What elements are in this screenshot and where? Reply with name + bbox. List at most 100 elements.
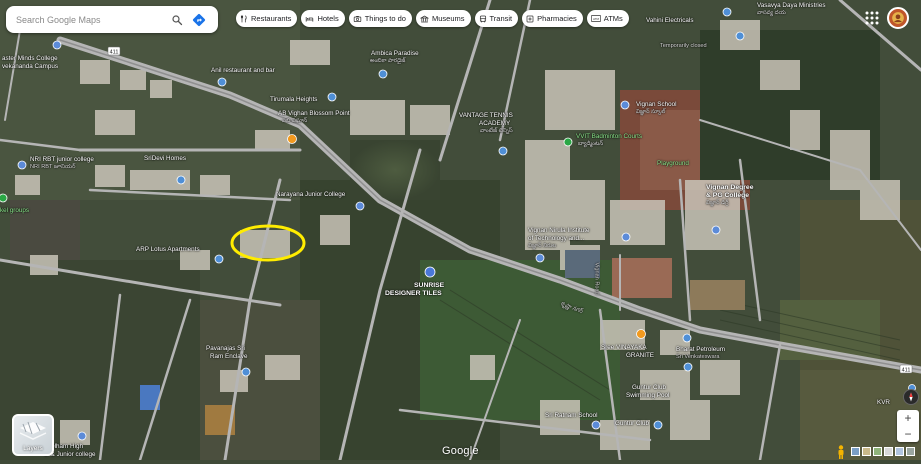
place-label[interactable]: Bharat Petroleum	[676, 346, 725, 353]
apps-button[interactable]	[864, 10, 880, 26]
school-pin[interactable]	[620, 100, 630, 110]
school-pin[interactable]	[535, 253, 545, 263]
place-label[interactable]: Narayana Junior College	[276, 191, 345, 198]
place-label[interactable]: SUNRISE	[414, 282, 444, 289]
zoom-in-button[interactable]: +	[897, 410, 919, 426]
place-label[interactable]: vekananda Campus	[2, 63, 58, 70]
place-label[interactable]: KVR	[877, 399, 890, 406]
park-pin[interactable]	[563, 137, 573, 147]
school-pin[interactable]	[77, 431, 87, 441]
fuel-pin[interactable]	[682, 333, 692, 343]
place-label: Sri Venkateswara	[676, 354, 720, 360]
place-label[interactable]: ARP Lotus Apartments	[136, 246, 200, 253]
park-pin[interactable]	[0, 193, 8, 203]
school-pin[interactable]	[711, 225, 721, 235]
school-pin[interactable]	[355, 201, 365, 211]
place-pin[interactable]	[683, 362, 693, 372]
place-label[interactable]: VANTAGE TENNIS	[459, 112, 513, 119]
place-label[interactable]: Swimming Pool	[626, 392, 669, 399]
place-label[interactable]: Vignan Degree	[706, 184, 753, 191]
imagery-thumbnail[interactable]	[884, 447, 893, 456]
place-pin[interactable]	[498, 146, 508, 156]
place-pin[interactable]	[241, 367, 251, 377]
place-label[interactable]: Playground	[657, 160, 689, 167]
chip-restaurants[interactable]: Restaurants	[236, 10, 298, 27]
imagery-thumbnail[interactable]	[851, 447, 860, 456]
place-label[interactable]: aster Minds College	[2, 55, 58, 62]
museum-icon	[419, 15, 429, 22]
place-label[interactable]: VVIT Badminton Courts	[576, 133, 642, 140]
place-label[interactable]: Ram Enclave	[210, 353, 247, 360]
place-label[interactable]: Guntur Club	[632, 384, 666, 391]
place-label[interactable]: DESIGNER TILES	[385, 290, 442, 297]
food-pin[interactable]	[217, 77, 227, 87]
place-label[interactable]: Vahini Electricals	[646, 17, 693, 24]
place-pin[interactable]	[176, 175, 186, 185]
place-pin[interactable]	[653, 420, 663, 430]
place-label-telugu: NRI RBT జూనియర్	[30, 164, 76, 170]
category-chips: Restaurants Hotels Things to do Museums …	[236, 10, 629, 27]
school-pin[interactable]	[621, 232, 631, 242]
shop-pin[interactable]	[424, 266, 436, 278]
satellite-map[interactable]: 411 411	[0, 0, 921, 460]
chip-things-to-do[interactable]: Things to do	[348, 10, 412, 27]
chip-label: Museums	[431, 14, 465, 23]
school-pin[interactable]	[17, 160, 27, 170]
place-pin[interactable]	[214, 254, 224, 264]
bed-icon	[306, 16, 314, 22]
place-label[interactable]: of Technology and...	[528, 235, 584, 242]
food-pin[interactable]	[287, 134, 297, 144]
imagery-thumbnail[interactable]	[906, 447, 915, 456]
chip-pharmacies[interactable]: Pharmacies	[522, 10, 583, 27]
compass-button[interactable]	[903, 389, 919, 405]
place-label[interactable]: Tirumala Heights	[270, 96, 317, 103]
place-label-telugu: విజ్ఞాన్ నిరుల	[528, 243, 557, 249]
place-pin[interactable]	[735, 31, 745, 41]
place-label[interactable]: Vignan School	[636, 101, 677, 108]
search-input[interactable]	[16, 14, 166, 25]
place-label[interactable]: kel groups	[0, 207, 29, 214]
pharmacy-icon	[526, 15, 534, 22]
street-view-pegman[interactable]	[836, 445, 846, 459]
imagery-thumbnail[interactable]	[862, 447, 871, 456]
fork-knife-icon	[240, 14, 247, 22]
chip-transit[interactable]: Transit	[474, 10, 519, 27]
school-pin[interactable]	[591, 420, 601, 430]
account-avatar[interactable]	[887, 7, 909, 29]
search-box[interactable]	[6, 6, 218, 33]
food-pin[interactable]	[636, 329, 646, 339]
place-label[interactable]: Pavanajas Sri	[206, 345, 245, 352]
place-label[interactable]: AB Vighan Blossom Point	[278, 110, 350, 117]
compass-icon	[909, 392, 913, 402]
place-pin[interactable]	[52, 40, 62, 50]
road-shield: 411	[107, 46, 121, 56]
layers-label: Layers	[23, 445, 43, 452]
place-label-telugu: వాసవ్య దయ	[757, 10, 786, 16]
place-pin[interactable]	[327, 92, 337, 102]
layers-button[interactable]: Layers	[12, 414, 54, 456]
place-label[interactable]: GRANITE	[626, 352, 654, 359]
place-pin[interactable]	[722, 7, 732, 17]
place-label[interactable]: Guntur Club	[615, 420, 649, 427]
place-pin[interactable]	[378, 69, 388, 79]
place-label[interactable]: Ambica Paradise	[371, 50, 419, 57]
search-button[interactable]	[166, 9, 188, 31]
place-label[interactable]: NRI RBT junior college	[30, 156, 94, 163]
imagery-thumbnails	[851, 447, 915, 456]
place-label[interactable]: & PG College	[706, 192, 749, 199]
place-label[interactable]: ACADEMY	[479, 120, 510, 127]
place-label[interactable]: SriDevi Homes	[144, 155, 186, 162]
chip-museums[interactable]: Museums	[415, 10, 471, 27]
place-label[interactable]: Anil restaurant and bar	[211, 67, 275, 74]
imagery-thumbnail[interactable]	[873, 447, 882, 456]
directions-button[interactable]	[188, 9, 210, 31]
imagery-thumbnail[interactable]	[895, 447, 904, 456]
place-label[interactable]: Sri Ratnam School	[545, 412, 598, 419]
zoom-out-button[interactable]: −	[897, 426, 919, 442]
chip-hotels[interactable]: Hotels	[301, 10, 345, 27]
chip-label: Things to do	[364, 14, 406, 23]
place-label[interactable]: Vasavya Daya Ministries	[757, 2, 825, 9]
place-label[interactable]: Sree VINAYAKA	[601, 344, 647, 351]
chip-atms[interactable]: ATM ATMs	[586, 10, 629, 27]
place-label[interactable]: Vignan Nirula Institute	[528, 227, 590, 234]
